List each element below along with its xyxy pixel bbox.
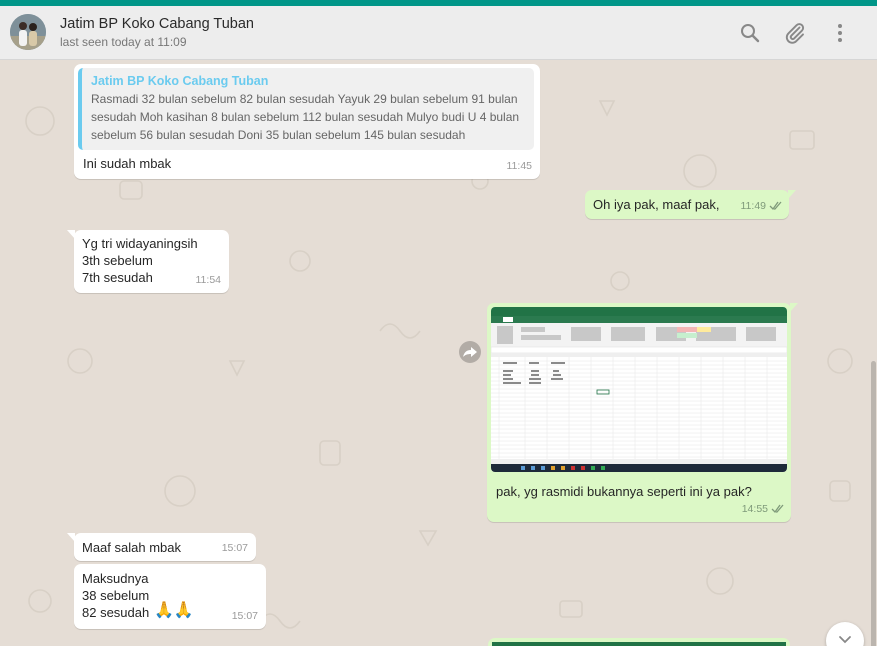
message-meta: 14:55 xyxy=(742,501,785,518)
chevron-down-icon xyxy=(839,636,851,644)
message-text: Ini sudah mbak xyxy=(83,156,172,171)
image-attachment[interactable] xyxy=(491,307,787,472)
chat-header: Jatim BP Koko Cabang Tuban last seen tod… xyxy=(0,6,877,60)
message-meta: 11:49 xyxy=(741,198,784,215)
search-icon[interactable] xyxy=(738,21,762,45)
attach-icon[interactable] xyxy=(783,21,807,45)
message-bubble-incoming[interactable]: Maaf salah mbak 15:07 xyxy=(67,533,256,561)
last-seen-status: last seen today at 11:09 xyxy=(60,35,187,49)
quoted-text-line: sesudah Moh kasihan 8 bulan sebelum 112 … xyxy=(91,110,520,124)
quoted-message[interactable]: Jatim BP Koko Cabang Tuban Rasmadi 32 bu… xyxy=(78,68,534,150)
next-message-peek[interactable] xyxy=(488,638,790,646)
praying-hands-emoji: 🙏🙏 xyxy=(154,602,194,619)
contact-name[interactable]: Jatim BP Koko Cabang Tuban xyxy=(60,16,254,32)
message-bubble-incoming[interactable]: Jatim BP Koko Cabang Tuban Rasmadi 32 bu… xyxy=(74,64,540,179)
message-time: 15:07 xyxy=(221,542,248,554)
message-time: 14:55 xyxy=(741,503,768,515)
scrollbar-thumb[interactable] xyxy=(871,361,876,646)
next-image-peek xyxy=(492,642,786,646)
double-check-icon xyxy=(771,504,784,514)
message-time: 15:07 xyxy=(231,610,258,622)
avatar[interactable] xyxy=(10,14,46,50)
scrollbar[interactable] xyxy=(870,61,877,646)
message-text: Oh iya pak, maaf pak, xyxy=(593,197,720,212)
quoted-sender-name: Jatim BP Koko Cabang Tuban xyxy=(91,74,269,88)
message-time: 11:45 xyxy=(506,160,533,172)
excel-screenshot-image xyxy=(491,307,787,472)
menu-icon[interactable] xyxy=(828,21,852,45)
message-bubble-incoming[interactable]: Maksudnya 38 sebelum 82 sesudah 🙏🙏 15:07 xyxy=(74,564,266,629)
image-caption: pak, yg rasmidi bukannya seperti ini ya … xyxy=(496,484,752,499)
message-time: 11:49 xyxy=(740,200,767,212)
quoted-text-line: Rasmadi 32 bulan sebelum 82 bulan sesuda… xyxy=(91,92,518,106)
message-bubble-incoming[interactable]: Yg tri widayaningsih 3th sebelum 7th ses… xyxy=(67,230,229,293)
message-bubble-outgoing[interactable]: Oh iya pak, maaf pak, 11:49 xyxy=(585,190,796,219)
message-bubble-outgoing-image[interactable]: pak, yg rasmidi bukannya seperti ini ya … xyxy=(487,303,798,522)
message-text: Maksudnya 38 sebelum 82 sesudah xyxy=(82,571,150,620)
message-text: Yg tri widayaningsih 3th sebelum 7th ses… xyxy=(82,236,198,285)
quoted-text-line: sebelum 56 bulan sesudah Doni 35 bulan s… xyxy=(91,128,466,142)
message-time: 11:54 xyxy=(195,274,222,286)
message-text: Maaf salah mbak xyxy=(82,540,181,555)
double-check-icon xyxy=(769,201,782,211)
forward-icon[interactable] xyxy=(459,341,481,363)
